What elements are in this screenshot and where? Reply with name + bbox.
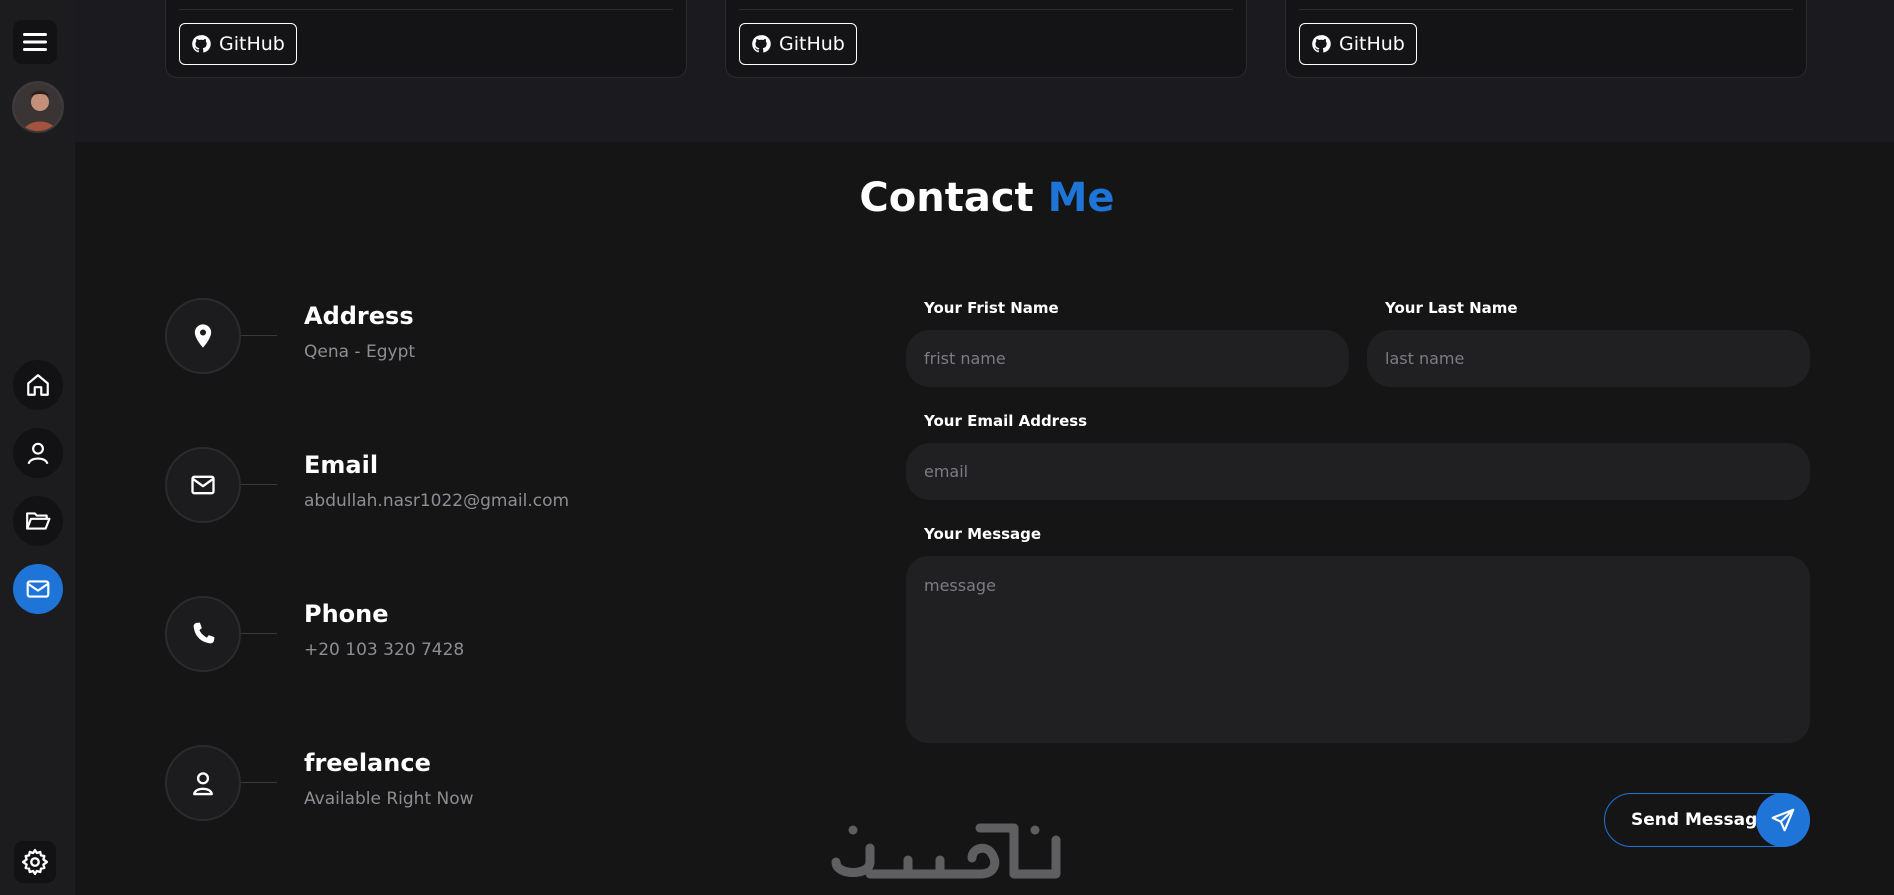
- project-card: GitHub: [165, 0, 687, 78]
- github-icon: [192, 35, 211, 53]
- info-value: Qena - Egypt: [304, 342, 416, 362]
- card-divider: [1299, 9, 1793, 10]
- last-name-label: Your Last Name: [1385, 299, 1518, 317]
- info-icon-circle: [165, 596, 241, 672]
- email-input[interactable]: [906, 443, 1810, 500]
- hamburger-menu-icon: [23, 33, 47, 51]
- info-connector: [241, 335, 277, 336]
- sidebar-item-contact[interactable]: [13, 564, 63, 614]
- sidebar-item-projects[interactable]: [13, 496, 63, 546]
- contact-info-freelance: freelance Available Right Now: [165, 745, 665, 825]
- github-button[interactable]: GitHub: [739, 23, 857, 65]
- github-icon: [1312, 35, 1331, 53]
- khamsat-watermark-logo: [831, 823, 1061, 879]
- card-divider: [179, 9, 673, 10]
- last-name-input[interactable]: [1367, 330, 1810, 387]
- info-value: Available Right Now: [304, 789, 474, 809]
- project-card: GitHub: [1285, 0, 1807, 78]
- send-message-label: Send Message: [1631, 810, 1769, 830]
- contact-info-address: Address Qena - Egypt: [165, 298, 665, 378]
- github-button-label: GitHub: [1339, 33, 1405, 55]
- first-name-label: Your Frist Name: [924, 299, 1059, 317]
- envelope-icon: [191, 475, 215, 495]
- send-icon-circle: [1756, 793, 1810, 847]
- location-pin-icon: [194, 324, 212, 348]
- send-message-button[interactable]: Send Message: [1604, 793, 1810, 847]
- github-button-label: GitHub: [779, 33, 845, 55]
- info-connector: [241, 782, 277, 783]
- card-divider: [739, 9, 1233, 10]
- contact-info-email: Email abdullah.nasr1022@gmail.com: [165, 447, 665, 527]
- email-label: Your Email Address: [924, 412, 1088, 430]
- github-button[interactable]: GitHub: [179, 23, 297, 65]
- section-title: Contact Me: [0, 175, 1894, 221]
- info-value: +20 103 320 7428: [304, 640, 465, 660]
- github-icon: [752, 35, 771, 53]
- user-icon: [27, 442, 49, 465]
- info-title: Email: [304, 451, 379, 479]
- user-icon: [193, 772, 213, 796]
- info-value[interactable]: abdullah.nasr1022@gmail.com: [304, 491, 569, 511]
- info-connector: [241, 484, 277, 485]
- info-icon-circle: [165, 745, 241, 821]
- info-connector: [241, 633, 277, 634]
- info-title: Address: [304, 302, 414, 330]
- phone-icon: [193, 622, 215, 644]
- avatar-image: [14, 83, 62, 131]
- message-label: Your Message: [924, 525, 1042, 543]
- sidebar: [0, 0, 75, 895]
- mail-icon: [26, 580, 50, 598]
- menu-button[interactable]: [13, 20, 57, 64]
- first-name-input[interactable]: [906, 330, 1349, 387]
- paper-plane-icon: [1771, 808, 1795, 832]
- info-title: freelance: [304, 749, 431, 777]
- folder-icon: [26, 512, 51, 530]
- avatar[interactable]: [12, 81, 64, 133]
- home-icon: [27, 374, 49, 396]
- message-textarea[interactable]: [906, 556, 1810, 743]
- contact-info-phone: Phone +20 103 320 7428: [165, 596, 665, 676]
- info-icon-circle: [165, 447, 241, 523]
- section-title-accent: Me: [1047, 175, 1115, 221]
- info-title: Phone: [304, 600, 389, 628]
- projects-section: GitHub GitHub GitHub: [75, 0, 1894, 142]
- settings-button[interactable]: [14, 841, 56, 883]
- github-button[interactable]: GitHub: [1299, 23, 1417, 65]
- section-title-main: Contact: [859, 175, 1034, 221]
- gear-icon: [21, 848, 49, 876]
- sidebar-item-about[interactable]: [13, 428, 63, 478]
- info-icon-circle: [165, 298, 241, 374]
- github-button-label: GitHub: [219, 33, 285, 55]
- project-card: GitHub: [725, 0, 1247, 78]
- sidebar-item-home[interactable]: [13, 360, 63, 410]
